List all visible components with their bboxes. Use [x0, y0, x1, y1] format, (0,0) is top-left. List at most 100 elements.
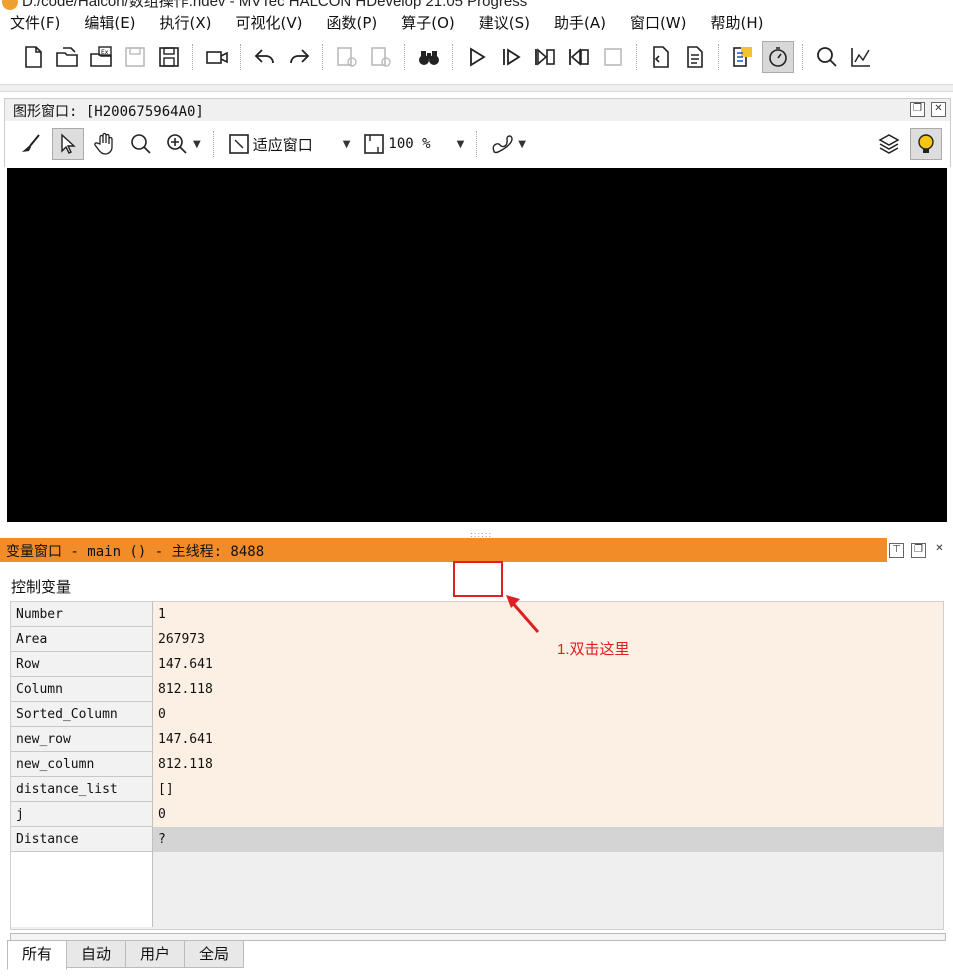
variable-value: 147.641 — [153, 652, 943, 677]
close-icon[interactable]: ✕ — [931, 102, 946, 117]
deactivate-line-icon[interactable] — [366, 42, 396, 72]
run-icon[interactable] — [462, 42, 492, 72]
main-toolbar: Ex — [0, 38, 953, 76]
toolbar-separator — [636, 44, 638, 70]
table-row[interactable]: j0 — [11, 802, 943, 827]
zoom-percent-button[interactable]: 100 % ▼ — [359, 129, 467, 159]
zoom-percent-label: 100 % — [388, 136, 431, 152]
menu-edit[interactable]: 编辑(E) — [84, 12, 135, 33]
layers-icon[interactable] — [874, 129, 904, 159]
chevron-down-icon[interactable]: ▼ — [343, 139, 351, 150]
fit-window-button[interactable]: 适应窗口 ▼ — [224, 129, 354, 159]
chart-icon[interactable] — [846, 42, 876, 72]
restore-icon[interactable]: ❐ — [911, 543, 926, 558]
reset-procedure-icon[interactable] — [680, 42, 710, 72]
chevron-down-icon[interactable]: ▼ — [518, 139, 526, 150]
variable-value: 1 — [153, 602, 943, 627]
save-as-icon[interactable] — [154, 42, 184, 72]
open-example-icon[interactable]: Ex — [86, 42, 116, 72]
variable-name: new_column — [11, 752, 153, 777]
close-icon[interactable]: ✕ — [933, 543, 946, 556]
search-icon[interactable] — [812, 42, 842, 72]
magnify-icon[interactable] — [126, 129, 156, 159]
menu-visualize[interactable]: 可视化(V) — [236, 12, 303, 33]
restore-icon[interactable]: ❐ — [910, 102, 925, 117]
menu-file[interactable]: 文件(F) — [10, 12, 60, 33]
toolbar-divider — [0, 84, 953, 92]
select-pointer-icon[interactable] — [52, 128, 84, 160]
variable-value: [] — [153, 777, 943, 802]
menu-operators[interactable]: 算子(O) — [401, 12, 455, 33]
step-into-icon[interactable] — [530, 42, 560, 72]
undo-icon[interactable] — [250, 42, 280, 72]
annotation-text: 1.双击这里 — [557, 641, 630, 658]
move-hand-icon[interactable] — [90, 129, 120, 159]
variable-value: 147.641 — [153, 727, 943, 752]
variable-window-controls: ⊤ ❐ ✕ — [889, 543, 946, 558]
find-binoculars-icon[interactable] — [414, 42, 444, 72]
menu-suggestions[interactable]: 建议(S) — [479, 12, 530, 33]
annotation-arrow-icon — [506, 595, 540, 633]
variable-window-title: 变量窗口 - main () - 主线程: 8488 — [6, 544, 265, 560]
table-row[interactable]: new_row 147.641 — [11, 727, 943, 752]
save-icon[interactable] — [120, 42, 150, 72]
lightbulb-icon[interactable] — [910, 128, 942, 160]
variable-value: 267973 — [153, 627, 943, 652]
graphics-canvas[interactable] — [7, 168, 947, 522]
toolbar-separator — [452, 44, 454, 70]
variable-window-header: 变量窗口 - main () - 主线程: 8488 — [0, 538, 887, 562]
variable-value: 0 — [153, 702, 943, 727]
draw-shape-icon[interactable]: ▼ — [487, 129, 529, 159]
stop-icon[interactable] — [598, 42, 628, 72]
chevron-down-icon[interactable]: ▼ — [193, 139, 201, 150]
menu-window[interactable]: 窗口(W) — [630, 12, 687, 33]
clear-broom-icon[interactable] — [16, 129, 46, 159]
table-row[interactable]: Distance? — [11, 827, 943, 852]
toolbar-separator — [322, 44, 324, 70]
timer-icon[interactable] — [762, 41, 794, 73]
toolbar-separator — [212, 131, 215, 157]
table-row[interactable]: Area 267973 — [11, 627, 943, 652]
step-out-icon[interactable] — [564, 42, 594, 72]
redo-icon[interactable] — [284, 42, 314, 72]
step-over-icon[interactable] — [496, 42, 526, 72]
table-row[interactable]: Row 147.641 — [11, 652, 943, 677]
menu-bar: 文件(F) 编辑(E) 执行(X) 可视化(V) 函数(P) 算子(O) 建议(… — [0, 8, 953, 36]
zoom-in-icon[interactable]: ▼ — [162, 129, 204, 159]
open-file-icon[interactable] — [52, 42, 82, 72]
tab-global[interactable]: 全局 — [184, 940, 245, 968]
tab-all[interactable]: 所有 — [7, 940, 68, 970]
tab-user[interactable]: 用户 — [125, 940, 186, 968]
annotation-highlight-box — [453, 561, 503, 597]
toolbar-separator — [192, 44, 194, 70]
table-row[interactable]: Column 812.118 — [11, 677, 943, 702]
variable-name: new_row — [11, 727, 153, 752]
reset-program-icon[interactable] — [646, 42, 676, 72]
menu-execute[interactable]: 执行(X) — [160, 12, 212, 33]
variable-name: Sorted_Column — [11, 702, 153, 727]
new-file-icon[interactable] — [18, 42, 48, 72]
variable-value: 812.118 — [153, 677, 943, 702]
fit-window-label: 适应窗口 — [252, 135, 313, 154]
table-row[interactable]: new_column 812.118 — [11, 752, 943, 777]
table-row[interactable]: distance_list[] — [11, 777, 943, 802]
activate-line-icon[interactable] — [332, 42, 362, 72]
variable-name: j — [11, 802, 153, 827]
graphics-window-header: 图形窗口: [H200675964A0] ❐ ✕ — [4, 98, 951, 122]
table-row[interactable]: Number 1 — [11, 602, 943, 627]
variable-value: 0 — [153, 802, 943, 827]
chevron-down-icon[interactable]: ▼ — [457, 139, 465, 150]
svg-text:Ex: Ex — [101, 49, 109, 56]
menu-procedures[interactable]: 函数(P) — [326, 12, 377, 33]
pin-icon[interactable]: ⊤ — [889, 543, 904, 558]
camera-icon[interactable] — [202, 42, 232, 72]
table-empty-area — [11, 852, 943, 927]
menu-help[interactable]: 帮助(H) — [711, 12, 764, 33]
graphics-window-title: 图形窗口: [H200675964A0] — [13, 104, 204, 120]
variable-tabs: 所有 自动 用户 全局 — [7, 940, 245, 970]
menu-assistants[interactable]: 助手(A) — [554, 12, 606, 33]
table-row[interactable]: Sorted_Column 0 — [11, 702, 943, 727]
profiler-icon[interactable] — [728, 42, 758, 72]
tab-auto[interactable]: 自动 — [66, 940, 127, 968]
variable-table: Number 1 Area 267973 Row 147.641 Column 812.… — [10, 601, 944, 930]
